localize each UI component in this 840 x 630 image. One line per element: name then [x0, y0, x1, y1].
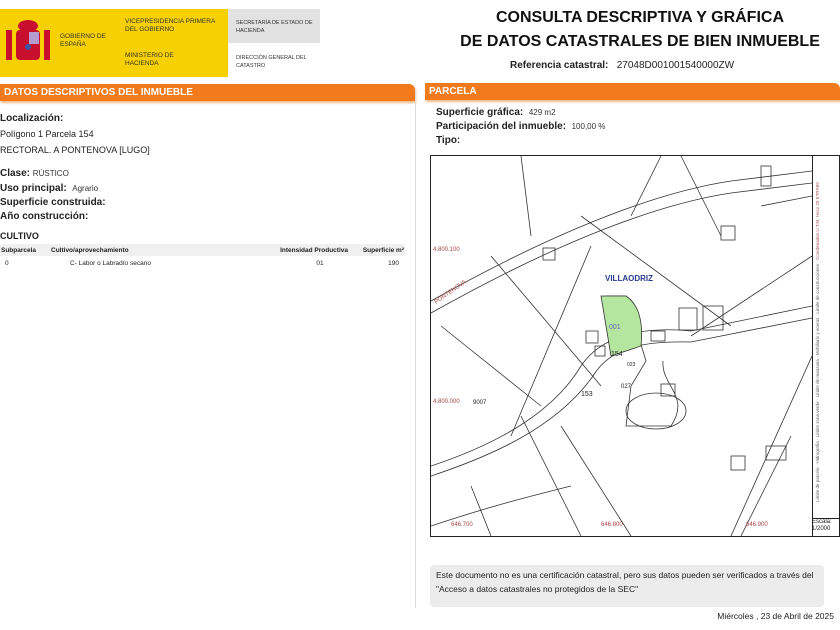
section-parcela: PARCELA	[425, 83, 840, 100]
svg-text:646.700: 646.700	[451, 522, 473, 528]
legend-item: Límite de parcela	[815, 467, 820, 502]
coat-of-arms-icon	[6, 20, 50, 60]
clase-value: RÚSTICO	[32, 169, 69, 178]
legend-item: Límite de manzana	[815, 359, 820, 398]
secretaria-text: SECRETARÍA DE ESTADO DE HACIENDA	[236, 20, 313, 34]
col-cultivo: Cultivo/aprovechamiento	[51, 246, 129, 254]
svg-text:4.800.000: 4.800.000	[433, 399, 460, 405]
svg-text:9007: 9007	[473, 400, 487, 406]
cadastral-ref: Referencia catastral: 27048D001001540000…	[510, 60, 734, 71]
clase-label: Clase:	[0, 168, 31, 179]
ano-label: Año construcción:	[0, 211, 89, 222]
uso-field: Uso principal: Agrario	[0, 183, 98, 194]
legend-item: Coordenadas U.T.M. Huso 29 ETRS89	[815, 182, 820, 260]
legend-item: Mobiliario y aceras	[815, 317, 820, 356]
clase-field: Clase: RÚSTICO	[0, 168, 69, 179]
col-superficie: Superficie m²	[362, 246, 404, 254]
map-legend: Límite de parcela · Hidrografía · Límite…	[812, 155, 840, 537]
cell-subparcela: 0	[5, 259, 9, 267]
svg-text:153: 153	[581, 391, 593, 398]
divider	[415, 88, 416, 608]
ref-label: Referencia catastral:	[510, 60, 609, 71]
svg-text:023: 023	[627, 362, 636, 368]
legend-item: Límite zona verde	[815, 401, 820, 438]
uso-label: Uso principal:	[0, 183, 67, 194]
svg-text:154: 154	[611, 351, 623, 358]
col-intensidad: Intensidad Productiva	[280, 246, 348, 254]
date-text: Miércoles , 23 de Abril de 2025	[717, 611, 834, 621]
scale-value: 1/2000	[812, 526, 831, 532]
cell-superficie: 190	[388, 259, 399, 267]
part-field: Participación del inmueble: 100,00 %	[436, 121, 605, 132]
table-header: Subparcela Cultivo/aprovechamiento Inten…	[0, 244, 405, 256]
loc-line1: Polígono 1 Parcela 154	[0, 129, 94, 139]
svg-text:001: 001	[609, 324, 621, 331]
sg-field: Superficie gráfica: 429 m2	[436, 107, 556, 118]
svg-text:027: 027	[621, 384, 632, 390]
ministry-text: MINISTERIO DE HACIENDA	[125, 52, 174, 67]
legend-item: Límite de construcciones	[815, 263, 820, 314]
cell-cultivo: C- Labor o Labradío secano	[70, 259, 151, 267]
sup-label: Superficie construida:	[0, 197, 106, 208]
tipo-label: Tipo:	[436, 135, 461, 146]
scale-label: Escala:	[812, 519, 832, 525]
uso-value: Agrario	[72, 184, 99, 193]
part-label: Participación del inmueble:	[436, 121, 567, 132]
vice-text: VICEPRESIDENCIA PRIMERA DEL GOBIERNO	[125, 18, 215, 33]
cell-intensidad: 01	[316, 259, 324, 267]
gov-text: GOBIERNO DE ESPAÑA	[60, 33, 106, 48]
loc-label: Localización:	[0, 113, 64, 124]
map-drawing: 4.800.100 4.800.000 646.700 646.800 646.900…	[431, 156, 812, 536]
svg-text:VILLAODRIZ: VILLAODRIZ	[605, 274, 653, 283]
svg-text:646.900: 646.900	[746, 522, 768, 528]
svg-text:646.800: 646.800	[601, 522, 623, 528]
page-title-1: CONSULTA DESCRIPTIVA Y GRÁFICA	[495, 9, 784, 26]
ref-value: 27048D001001540000ZW	[616, 60, 735, 71]
loc-line2: RECTORAL. A PONTENOVA [LUGO]	[0, 145, 150, 155]
disclaimer-box: Este documento no es una certificación c…	[430, 565, 824, 607]
legend-item: Hidrografía	[815, 441, 820, 464]
sg-value: 429 m2	[528, 108, 556, 117]
cultivo-table: Subparcela Cultivo/aprovechamiento Inten…	[0, 244, 405, 270]
part-value: 100,00 %	[571, 122, 606, 131]
sg-label: Superficie gráfica:	[436, 107, 524, 118]
cadastral-map[interactable]: 4.800.100 4.800.000 646.700 646.800 646.900…	[430, 155, 813, 537]
col-subparcela: Subparcela	[1, 246, 37, 254]
section-descriptive: DATOS DESCRIPTIVOS DEL INMUEBLE	[0, 84, 415, 101]
page-title-2: DE DATOS CATASTRALES DE BIEN INMUEBLE	[460, 33, 820, 50]
direccion-text: DIRECCIÓN GENERAL DEL CATASTRO	[236, 55, 307, 69]
table-row: 0 C- Labor o Labradío secano 01 190	[0, 256, 405, 270]
cultivo-heading: CULTIVO	[0, 231, 39, 241]
coord-y1: 4.800.100	[433, 247, 460, 253]
